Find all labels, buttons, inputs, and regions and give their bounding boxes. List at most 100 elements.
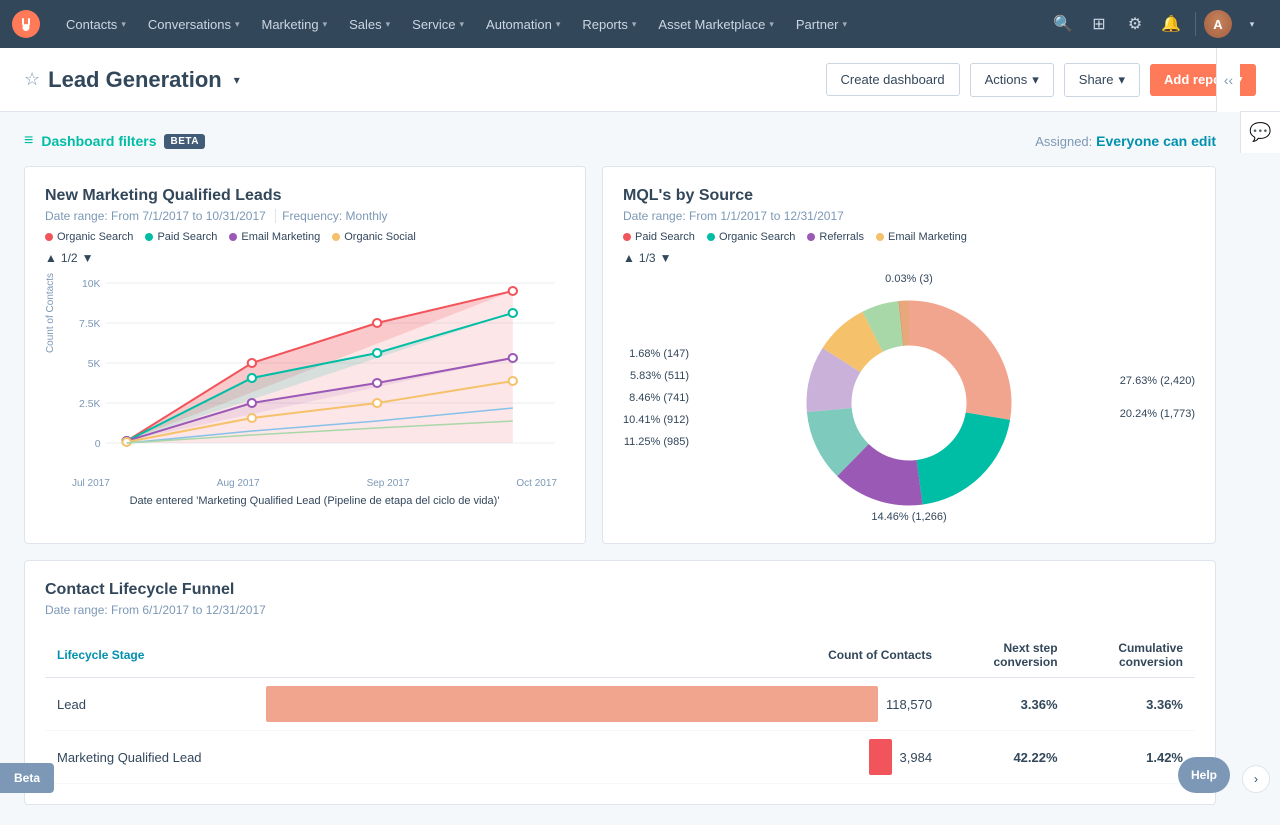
svg-text:0: 0 [95, 439, 101, 450]
nav-item-sales[interactable]: Sales ▾ [339, 11, 400, 38]
chevron-down-icon: ▾ [460, 19, 465, 30]
main-content: ≡ Dashboard filters BETA Assigned: Every… [0, 112, 1240, 825]
cumulative-conversion-val: 3.36% [1070, 678, 1195, 731]
main-layout: ≡ Dashboard filters BETA Assigned: Every… [0, 112, 1280, 825]
segment-labels-left: 1.68% (147) 5.83% (511) 8.46% (741) 10.4… [623, 343, 689, 453]
nav-item-reports[interactable]: Reports ▾ [572, 11, 646, 38]
add-report-button[interactable]: Add report ▾ [1150, 64, 1256, 96]
legend-organic-social: Organic Social [332, 231, 416, 243]
beta-button[interactable]: Beta [0, 763, 54, 793]
legend-organic-search-r: Organic Search [707, 231, 795, 243]
mql-source-meta: Date range: From 1/1/2017 to 12/31/2017 [623, 209, 1195, 223]
chevron-down-icon: ▾ [235, 19, 240, 30]
legend-email-marketing-r: Email Marketing [876, 231, 967, 243]
filter-left: ≡ Dashboard filters BETA [24, 132, 205, 150]
share-button[interactable]: Share ▾ [1064, 63, 1140, 97]
nav-item-conversations[interactable]: Conversations ▾ [138, 11, 250, 38]
funnel-bar [266, 686, 878, 722]
line-chart-container: Count of Contacts 10K [45, 273, 565, 507]
nav-item-service[interactable]: Service ▾ [402, 11, 474, 38]
mql-source-pagination: ▲ 1/3 ▼ [623, 251, 1195, 265]
filter-icon: ≡ [24, 132, 33, 150]
notifications-icon-btn[interactable]: 🔔 [1155, 8, 1187, 40]
settings-icon-btn[interactable]: ⚙ [1119, 8, 1151, 40]
chevron-down-icon: ▾ [843, 19, 848, 30]
share-chevron-icon: ▾ [1118, 72, 1125, 88]
nav-item-partner[interactable]: Partner ▾ [786, 11, 857, 38]
legend-paid-search: Paid Search [145, 231, 217, 243]
line-chart-svg: 10K 7.5K 5K 2.5K 0 [64, 273, 565, 473]
col-lifecycle-stage: Lifecycle Stage [45, 633, 254, 678]
beta-badge: BETA [164, 134, 204, 149]
legend-dot [229, 233, 237, 241]
assigned-label: Assigned: [1035, 134, 1092, 149]
chevron-down-icon: ▾ [121, 19, 126, 30]
nav-item-contacts[interactable]: Contacts ▾ [56, 11, 136, 38]
segment-label-bottom: 14.46% (1,266) [871, 511, 946, 523]
svg-text:10K: 10K [82, 279, 101, 290]
stage-name: Lead [45, 678, 254, 731]
x-axis-label: Date entered 'Marketing Qualified Lead (… [64, 495, 565, 507]
svg-text:2.5K: 2.5K [79, 399, 101, 410]
nav-item-marketing[interactable]: Marketing ▾ [251, 11, 337, 38]
legend-dot [45, 233, 53, 241]
chevron-down-icon: ▾ [769, 19, 774, 30]
filter-label[interactable]: Dashboard filters [41, 133, 156, 149]
col-next-conversion: Next step conversion [944, 633, 1069, 678]
assigned-section: Assigned: Everyone can edit [1035, 133, 1216, 149]
legend-referrals-r: Referrals [807, 231, 864, 243]
up-arrow-icon: ▲ [45, 251, 57, 265]
funnel-table-header-row: Lifecycle Stage Count of Contacts Next s… [45, 633, 1195, 678]
bar-cell: 118,570 [254, 678, 944, 731]
up-arrow-icon: ▲ [623, 251, 635, 265]
user-avatar[interactable]: A [1204, 10, 1232, 38]
col-cumulative-conversion: Cumulative conversion [1070, 633, 1195, 678]
new-mql-chart-card: New Marketing Qualified Leads Date range… [24, 166, 586, 544]
page-header: ☆ Lead Generation ▾ Create dashboard Act… [0, 48, 1280, 112]
bar-cell: 3,984 [254, 731, 944, 784]
funnel-table: Lifecycle Stage Count of Contacts Next s… [45, 633, 1195, 784]
marketplace-icon-btn[interactable]: ⊞ [1083, 8, 1115, 40]
account-chevron-icon[interactable]: ▾ [1236, 8, 1268, 40]
table-row: Marketing Qualified Lead 3,984 42.22% [45, 731, 1195, 784]
charts-row: New Marketing Qualified Leads Date range… [24, 166, 1216, 544]
page-title: Lead Generation [48, 67, 222, 93]
content-area: ≡ Dashboard filters BETA Assigned: Every… [0, 112, 1280, 825]
help-button[interactable]: Help [1178, 757, 1230, 793]
svg-text:5K: 5K [88, 359, 101, 370]
segment-label-top: 0.03% (3) [885, 273, 933, 285]
title-dropdown-icon[interactable]: ▾ [234, 73, 240, 87]
chat-icon[interactable]: 💬 [1249, 122, 1271, 143]
next-arrow-button[interactable]: › [1242, 765, 1270, 793]
bar-value: 118,570 [886, 697, 932, 712]
create-dashboard-button[interactable]: Create dashboard [826, 63, 960, 96]
mql-source-legend: Paid Search Organic Search Referrals [623, 231, 1195, 243]
cumulative-conversion-val: 1.42% [1070, 731, 1195, 784]
nav-item-automation[interactable]: Automation ▾ [476, 11, 570, 38]
mql-chart-title: New Marketing Qualified Leads [45, 187, 565, 205]
y-axis-label: Count of Contacts [45, 273, 56, 353]
favorite-star-icon[interactable]: ☆ [24, 69, 40, 90]
hubspot-logo[interactable] [12, 10, 40, 38]
actions-button[interactable]: Actions ▾ [970, 63, 1054, 97]
search-icon-btn[interactable]: 🔍 [1047, 8, 1079, 40]
assigned-value[interactable]: Everyone can edit [1096, 133, 1216, 149]
donut-chart-svg [789, 283, 1029, 523]
nav-item-asset-marketplace[interactable]: Asset Marketplace ▾ [648, 11, 783, 38]
nav-divider [1195, 12, 1196, 36]
contact-lifecycle-funnel-card: Contact Lifecycle Funnel Date range: Fro… [24, 560, 1216, 805]
mql-pagination: ▲ 1/2 ▼ [45, 251, 565, 265]
donut-chart-area: 0.03% (3) 1.68% (147) 5.83% (511) 8.46% … [623, 273, 1195, 523]
nav-right-icons: 🔍 ⊞ ⚙ 🔔 A ▾ [1047, 8, 1268, 40]
mql-chart-meta: Date range: From 7/1/2017 to 10/31/2017 … [45, 209, 565, 223]
mql-source-chart-card: MQL's by Source Date range: From 1/1/201… [602, 166, 1216, 544]
legend-dot [332, 233, 340, 241]
collapse-panel-button[interactable]: ‹‹ [1216, 48, 1240, 112]
stage-name: Marketing Qualified Lead [45, 731, 254, 784]
svg-text:7.5K: 7.5K [79, 319, 101, 330]
x-axis-ticks: Jul 2017 Aug 2017 Sep 2017 Oct 2017 [64, 478, 565, 489]
legend-dot [807, 233, 815, 241]
line-chart-wrap: 10K 7.5K 5K 2.5K 0 [64, 273, 565, 507]
actions-chevron-icon: ▾ [1032, 72, 1039, 88]
bar-value: 3,984 [900, 750, 933, 765]
